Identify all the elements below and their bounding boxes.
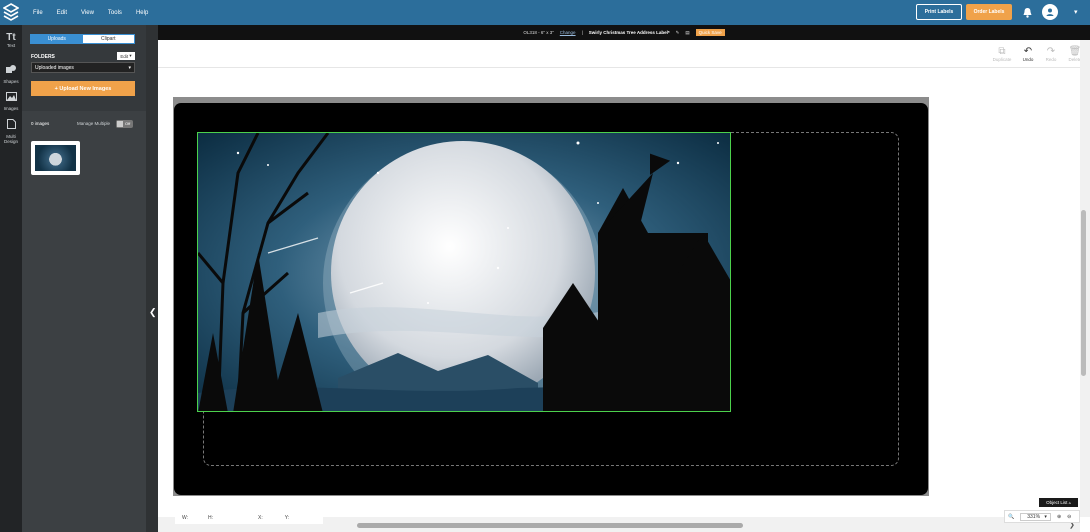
user-icon bbox=[1046, 8, 1054, 16]
zoom-controls: 🔍 331% ▾ ⊕ ⊖ bbox=[1004, 510, 1080, 523]
tab-uploads[interactable]: Uploads bbox=[31, 35, 83, 43]
manage-multiple-label: Manage Multiple bbox=[77, 121, 111, 126]
width-label: W: bbox=[182, 515, 189, 521]
y-label: Y: bbox=[284, 515, 290, 521]
image-thumbnail[interactable] bbox=[31, 141, 80, 175]
print-labels-button[interactable]: Print Labels bbox=[916, 4, 962, 20]
app-logo-icon[interactable] bbox=[3, 3, 19, 21]
edit-folders-button[interactable]: Edit ▾ bbox=[117, 52, 135, 60]
upload-new-images-button[interactable]: + Upload New Images bbox=[31, 81, 135, 96]
chevron-left-icon[interactable]: ❮ bbox=[149, 307, 157, 318]
folder-select[interactable]: Uploaded images ▾ bbox=[31, 62, 135, 73]
rail-item-text[interactable]: Tt Text bbox=[0, 32, 22, 48]
toggle-state: Off bbox=[125, 121, 131, 126]
rail-item-label: Images bbox=[3, 106, 19, 111]
change-link[interactable]: Change bbox=[560, 30, 576, 35]
pencil-icon[interactable]: ✎ bbox=[676, 30, 680, 36]
chevron-down-icon[interactable]: ▾ bbox=[1074, 8, 1078, 16]
vertical-scroll-thumb[interactable] bbox=[1081, 210, 1086, 376]
panel-collapse-bar[interactable]: ❮ bbox=[146, 25, 158, 532]
text-icon: Tt bbox=[6, 32, 16, 43]
zoom-value: 331% bbox=[1027, 513, 1041, 520]
title-separator: | bbox=[581, 30, 583, 35]
chevron-down-icon: ▾ bbox=[128, 64, 131, 71]
undo-button[interactable]: ↶ Undo bbox=[1016, 46, 1040, 63]
x-label: X: bbox=[258, 515, 263, 521]
quick-save-button[interactable]: Quick Save bbox=[695, 29, 725, 36]
height-label: H: bbox=[208, 515, 214, 521]
edit-label: Edit bbox=[120, 53, 129, 59]
night-castle-image bbox=[198, 133, 730, 411]
menu-help[interactable]: Help bbox=[136, 10, 148, 16]
design-title-bar: OL318 - 6" x 3" Change | Swirly Christma… bbox=[158, 25, 1090, 40]
image-count: 0 images bbox=[31, 121, 50, 126]
bell-icon[interactable] bbox=[1022, 7, 1033, 18]
folders-heading: FOLDERS bbox=[31, 54, 55, 60]
menu-tools[interactable]: Tools bbox=[108, 10, 122, 16]
image-icon bbox=[5, 92, 17, 101]
rail-item-images[interactable]: Images bbox=[0, 88, 22, 111]
undo-label: Undo bbox=[1022, 57, 1034, 62]
zoom-out-icon[interactable]: ⊖ bbox=[1067, 514, 1071, 520]
product-size: OL318 - 6" x 3" bbox=[523, 30, 554, 35]
multi-design-icon bbox=[6, 119, 16, 129]
avatar[interactable] bbox=[1042, 4, 1058, 20]
panel-tabs: Uploads Clipart bbox=[30, 34, 135, 44]
redo-label: Redo bbox=[1045, 57, 1057, 62]
object-list-label: Object List bbox=[1046, 500, 1068, 505]
menu-edit[interactable]: Edit bbox=[57, 10, 67, 16]
rail-item-label: Shapes bbox=[3, 79, 19, 84]
edit-toolbar bbox=[158, 40, 1090, 68]
rail-item-label: Text bbox=[6, 43, 16, 48]
dimension-fields: W: H: X: Y: bbox=[175, 512, 323, 524]
tab-clipart[interactable]: Clipart bbox=[82, 35, 134, 43]
folder-select-value: Uploaded images bbox=[35, 64, 74, 71]
shapes-icon bbox=[6, 65, 16, 73]
redo-button[interactable]: ↷ Redo bbox=[1039, 46, 1063, 63]
object-list-button[interactable]: Object List ▵ bbox=[1039, 498, 1078, 507]
rail-item-shapes[interactable]: Shapes bbox=[0, 61, 22, 84]
menu-view[interactable]: View bbox=[81, 10, 94, 16]
redo-icon: ↷ bbox=[1046, 46, 1056, 57]
zoom-select[interactable]: 331% ▾ bbox=[1020, 512, 1051, 521]
order-labels-button[interactable]: Order Labels bbox=[966, 4, 1012, 20]
zoom-in-icon[interactable]: ⊕ bbox=[1057, 514, 1061, 520]
main-menu: File Edit View Tools Help bbox=[26, 0, 155, 25]
rail-item-label: Multi Design bbox=[3, 134, 18, 144]
toggle-knob bbox=[117, 121, 123, 127]
copy-icon[interactable]: ▤ bbox=[685, 30, 689, 36]
undo-icon: ↶ bbox=[1023, 46, 1033, 57]
menu-file[interactable]: File bbox=[33, 10, 43, 16]
design-name: Swirly Christmas Tree Address Label* bbox=[588, 30, 670, 35]
search-icon[interactable]: 🔍 bbox=[1008, 514, 1014, 520]
duplicate-icon: ⧉ bbox=[998, 46, 1006, 57]
thumbnail-image bbox=[35, 145, 76, 171]
selected-image[interactable] bbox=[197, 132, 731, 412]
rail-item-multi-design[interactable]: Multi Design bbox=[0, 116, 22, 144]
duplicate-label: Duplicate bbox=[992, 57, 1012, 62]
duplicate-button[interactable]: ⧉ Duplicate bbox=[990, 46, 1014, 63]
horizontal-scroll-thumb[interactable] bbox=[357, 523, 743, 528]
